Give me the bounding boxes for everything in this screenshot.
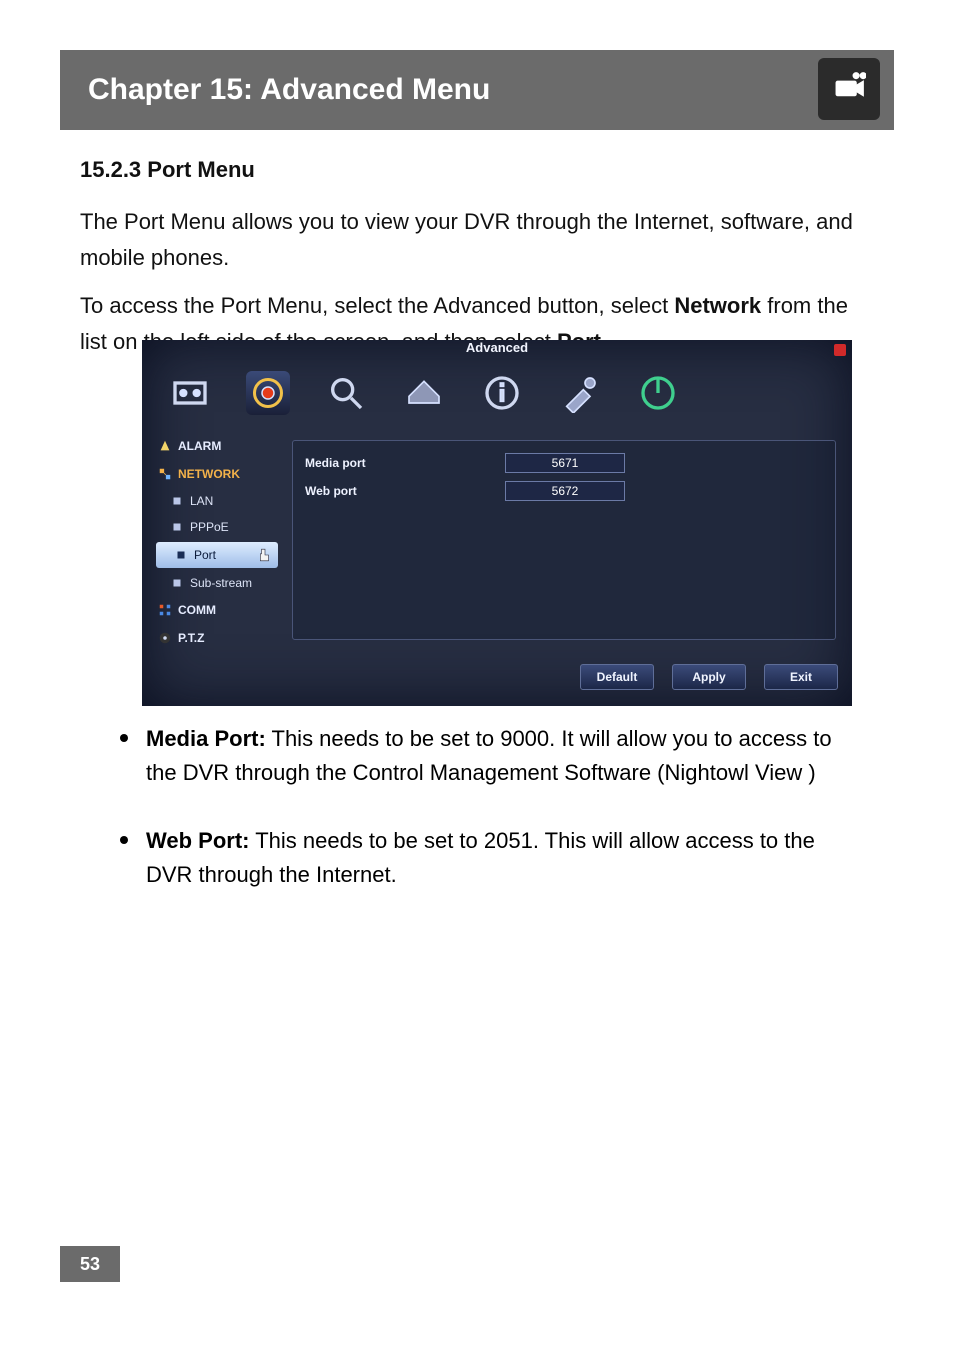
- bullet-label: Web Port:: [146, 828, 249, 853]
- bullet-icon: [174, 548, 188, 562]
- sidebar-item-ptz[interactable]: P.T.Z: [152, 624, 282, 652]
- section-title-text: Port Menu: [147, 157, 255, 182]
- sidebar-item-network[interactable]: NETWORK: [152, 460, 282, 488]
- network-keyword: Network: [674, 293, 761, 318]
- intro-paragraph: The Port Menu allows you to view your DV…: [80, 204, 870, 276]
- body-text: 15.2.3 Port Menu The Port Menu allows yo…: [80, 152, 870, 372]
- tools-tab-icon[interactable]: [558, 371, 602, 415]
- dvr-button-row: Default Apply Exit: [580, 664, 838, 690]
- web-port-input[interactable]: 5672: [505, 481, 625, 501]
- dvr-sidebar: ALARM NETWORK LAN PPPoE Port: [152, 432, 282, 652]
- dvr-screenshot: Advanced ALARM NETWORK: [142, 340, 852, 706]
- header-camera-badge: [818, 58, 880, 120]
- bullet-list: Media Port: This needs to be set to 9000…: [120, 722, 860, 926]
- sidebar-label-ptz: P.T.Z: [178, 631, 204, 645]
- dvr-top-tabs: [142, 364, 852, 422]
- tuner-tab-icon[interactable]: [168, 371, 212, 415]
- sidebar-label-lan: LAN: [190, 494, 213, 508]
- hdd-tab-icon[interactable]: [402, 371, 446, 415]
- sidebar-label-pppoe: PPPoE: [190, 520, 229, 534]
- dvr-window-title: Advanced: [142, 340, 852, 360]
- bullet-dot-icon: [120, 836, 128, 844]
- sidebar-item-alarm[interactable]: ALARM: [152, 432, 282, 460]
- bullet-web-port: Web Port: This needs to be set to 2051. …: [120, 824, 860, 892]
- chapter-title: Chapter 15: Advanced Menu: [88, 73, 490, 107]
- ptz-icon: [158, 631, 172, 645]
- sidebar-label-alarm: ALARM: [178, 439, 221, 453]
- page: Chapter 15: Advanced Menu 15.2.3 Port Me…: [0, 0, 954, 1352]
- section-heading: 15.2.3 Port Menu: [80, 152, 870, 188]
- camera-icon: [832, 70, 866, 109]
- sidebar-label-network: NETWORK: [178, 467, 240, 481]
- bullet-icon: [170, 576, 184, 590]
- close-icon[interactable]: [834, 344, 846, 356]
- bullet-label: Media Port:: [146, 726, 266, 751]
- sidebar-item-lan[interactable]: LAN: [152, 488, 282, 514]
- sidebar-label-substream: Sub-stream: [190, 576, 252, 590]
- bullet-dot-icon: [120, 734, 128, 742]
- media-port-row: Media port 5671: [305, 451, 823, 475]
- search-tab-icon[interactable]: [324, 371, 368, 415]
- sidebar-item-pppoe[interactable]: PPPoE: [152, 514, 282, 540]
- section-number: 15.2.3: [80, 157, 141, 182]
- info-tab-icon[interactable]: [480, 371, 524, 415]
- media-port-input[interactable]: 5671: [505, 453, 625, 473]
- bullet-media-port: Media Port: This needs to be set to 9000…: [120, 722, 860, 790]
- chapter-header: Chapter 15: Advanced Menu: [60, 50, 894, 130]
- alarm-icon: [158, 439, 172, 453]
- exit-button[interactable]: Exit: [764, 664, 838, 690]
- sidebar-item-port[interactable]: Port: [156, 542, 278, 568]
- web-port-row: Web port 5672: [305, 479, 823, 503]
- media-port-label: Media port: [305, 456, 505, 470]
- comm-icon: [158, 603, 172, 617]
- web-port-label: Web port: [305, 484, 505, 498]
- sidebar-item-substream[interactable]: Sub-stream: [152, 570, 282, 596]
- sidebar-label-port: Port: [194, 548, 216, 562]
- hand-cursor-icon: [258, 548, 272, 562]
- bullet-icon: [170, 520, 184, 534]
- apply-button[interactable]: Apply: [672, 664, 746, 690]
- sidebar-item-comm[interactable]: COMM: [152, 596, 282, 624]
- record-tab-icon[interactable]: [246, 371, 290, 415]
- network-icon: [158, 467, 172, 481]
- port-settings-panel: Media port 5671 Web port 5672: [292, 440, 836, 640]
- default-button[interactable]: Default: [580, 664, 654, 690]
- page-number: 53: [60, 1246, 120, 1282]
- bullet-icon: [170, 494, 184, 508]
- power-tab-icon[interactable]: [636, 371, 680, 415]
- sidebar-label-comm: COMM: [178, 603, 216, 617]
